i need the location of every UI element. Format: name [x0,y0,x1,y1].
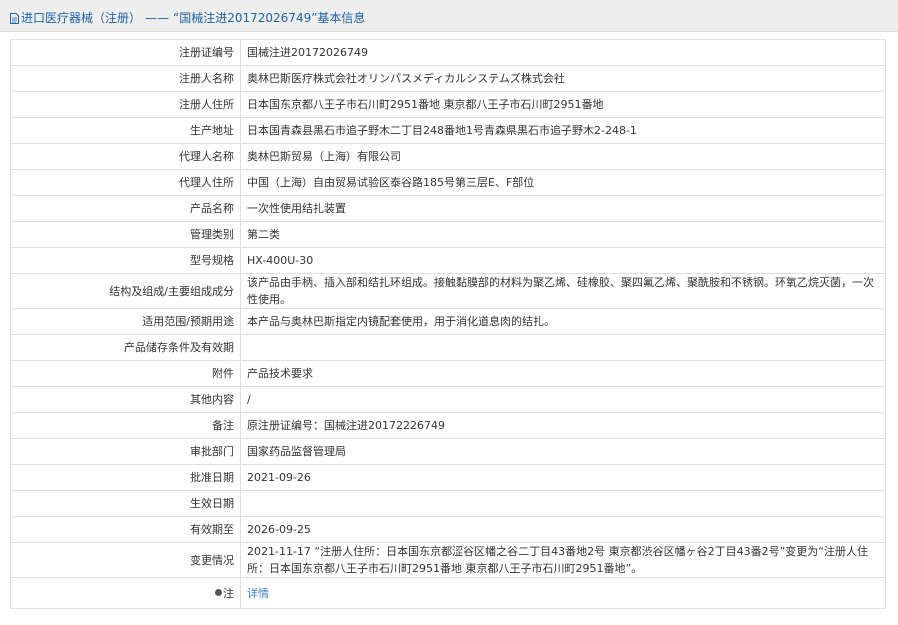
row-value: 原注册证编号：国械注进20172226749 [240,412,886,439]
table-row: 产品名称 一次性使用结扎装置 [10,195,886,222]
table-row: 管理类别 第二类 [10,221,886,248]
table-row: 备注 原注册证编号：国械注进20172226749 [10,412,886,439]
row-value [240,490,886,517]
row-label: 型号规格 [10,247,241,274]
table-row: 审批部门 国家药品监督管理局 [10,438,886,465]
note-label-cell: 注 [10,577,241,609]
row-label: 产品储存条件及有效期 [10,334,241,361]
table-row: 注册人住所 日本国东京都八王子市石川町2951番地 東京都八王子市石川町2951番… [10,91,886,118]
registration-info-table: 注册证编号 国械注进20172026749 注册人名称 奥林巴斯医疗株式会社オリンパ… [10,39,886,609]
breadcrumb-category: 进口医疗器械（注册） [21,11,142,25]
row-value: 2021-11-17 “注册人住所：日本国东京都涩谷区幡之谷二丁目43番地2号 … [240,542,886,578]
row-value: 中国（上海）自由贸易试验区泰谷路185号第三层E、F部位 [240,169,886,196]
row-value: / [240,386,886,413]
table-row: 附件 产品技术要求 [10,360,886,387]
note-label: 注 [223,586,234,600]
table-row: 变更情况 2021-11-17 “注册人住所：日本国东京都涩谷区幡之谷二丁目43番… [10,542,886,578]
row-value: 奥林巴斯贸易（上海）有限公司 [240,143,886,170]
row-value: 日本国东京都八王子市石川町2951番地 東京都八王子市石川町2951番地 [240,91,886,118]
pin-icon [215,588,222,596]
details-link[interactable]: 详情 [247,587,269,600]
table-row: 型号规格 HX-400U-30 [10,247,886,274]
row-value: 一次性使用结扎装置 [240,195,886,222]
table-row: 其他内容 / [10,386,886,413]
row-label: 附件 [10,360,241,387]
row-label: 备注 [10,412,241,439]
table-row: 生效日期 [10,490,886,517]
table-row: 代理人名称 奥林巴斯贸易（上海）有限公司 [10,143,886,170]
row-label: 结构及组成/主要组成成分 [10,273,241,309]
table-row: 有效期至 2026-09-25 [10,516,886,543]
row-value: 奥林巴斯医疗株式会社オリンパスメディカルシステムズ株式会社 [240,65,886,92]
row-label: 其他内容 [10,386,241,413]
table-row: 生产地址 日本国青森县黑石市追子野木二丁目248番地1号青森県黒石市追子野木2-2… [10,117,886,144]
breadcrumb-separator: —— [145,11,170,25]
row-label: 产品名称 [10,195,241,222]
row-value: 2026-09-25 [240,516,886,543]
note-value-cell: 详情 [240,577,886,609]
row-label: 变更情况 [10,542,241,578]
page-header: 进口医疗器械（注册） —— “国械注进20172026749”基本信息 [0,0,898,32]
row-value: 国家药品监督管理局 [240,438,886,465]
row-label: 生效日期 [10,490,241,517]
row-label: 管理类别 [10,221,241,248]
row-label: 审批部门 [10,438,241,465]
row-label: 代理人名称 [10,143,241,170]
row-value: 日本国青森县黑石市追子野木二丁目248番地1号青森県黒石市追子野木2-248-1 [240,117,886,144]
table-row: 适用范围/预期用途 本产品与奥林巴斯指定内镜配套使用，用于消化道息肉的结扎。 [10,308,886,335]
row-value: 该产品由手柄、插入部和结扎环组成。接触黏膜部的材料为聚乙烯、硅橡胶、聚四氟乙烯、… [240,273,886,309]
document-icon [10,13,19,24]
row-value: 2021-09-26 [240,464,886,491]
note-row: 注 详情 [10,577,886,609]
row-value: 产品技术要求 [240,360,886,387]
row-value: HX-400U-30 [240,247,886,274]
row-label: 生产地址 [10,117,241,144]
row-label: 注册人名称 [10,65,241,92]
row-value: 国械注进20172026749 [240,39,886,66]
row-value: 第二类 [240,221,886,248]
table-row: 结构及组成/主要组成成分 该产品由手柄、插入部和结扎环组成。接触黏膜部的材料为聚乙… [10,273,886,309]
row-label: 注册证编号 [10,39,241,66]
row-label: 代理人住所 [10,169,241,196]
row-value [240,334,886,361]
table-row: 注册人名称 奥林巴斯医疗株式会社オリンパスメディカルシステムズ株式会社 [10,65,886,92]
row-label: 批准日期 [10,464,241,491]
page-title: 进口医疗器械（注册） —— “国械注进20172026749”基本信息 [10,9,365,26]
record-title: “国械注进20172026749”基本信息 [173,11,366,25]
table-row: 产品储存条件及有效期 [10,334,886,361]
row-label: 有效期至 [10,516,241,543]
table-row: 注册证编号 国械注进20172026749 [10,39,886,66]
row-label: 注册人住所 [10,91,241,118]
table-row: 代理人住所 中国（上海）自由贸易试验区泰谷路185号第三层E、F部位 [10,169,886,196]
table-row: 批准日期 2021-09-26 [10,464,886,491]
row-value: 本产品与奥林巴斯指定内镜配套使用，用于消化道息肉的结扎。 [240,308,886,335]
row-label: 适用范围/预期用途 [10,308,241,335]
